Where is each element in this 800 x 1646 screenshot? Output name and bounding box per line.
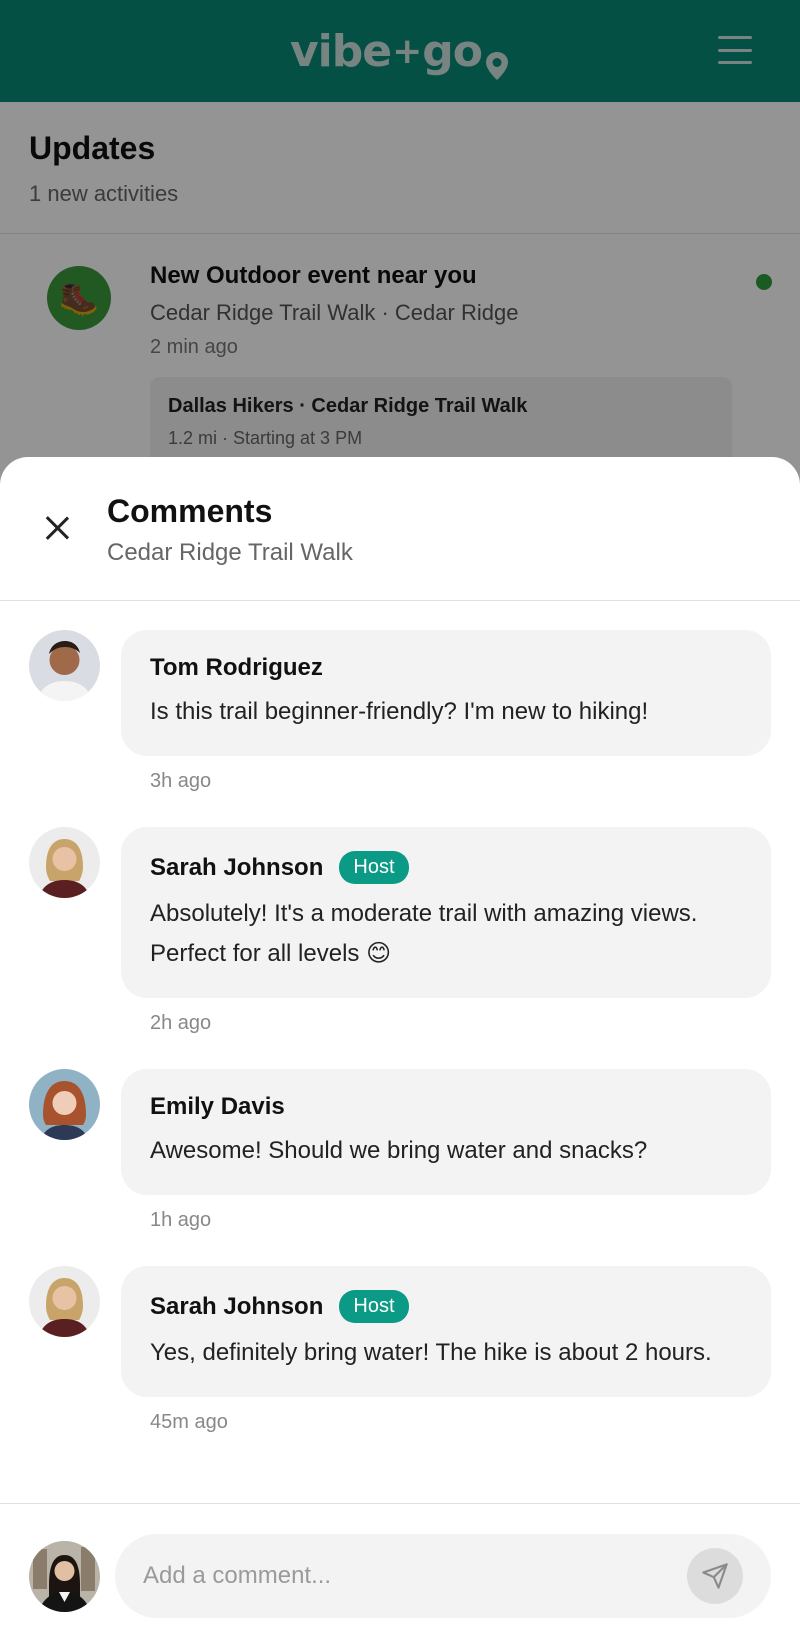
comment-bubble: Sarah Johnson Host Yes, definitely bring… xyxy=(121,1266,771,1397)
comment-item: Emily Davis Awesome! Should we bring wat… xyxy=(0,1069,800,1232)
comments-sheet: Comments Cedar Ridge Trail Walk Tom Rodr… xyxy=(0,457,800,1646)
avatar[interactable] xyxy=(29,630,100,701)
comment-item: Tom Rodriguez Is this trail beginner-fri… xyxy=(0,630,800,793)
comment-bubble: Sarah Johnson Host Absolutely! It's a mo… xyxy=(121,827,771,998)
host-badge: Host xyxy=(339,1290,409,1323)
send-button[interactable] xyxy=(687,1548,743,1604)
comment-time: 45m ago xyxy=(150,1411,228,1433)
comment-author[interactable]: Tom Rodriguez xyxy=(150,654,323,682)
sheet-subtitle: Cedar Ridge Trail Walk xyxy=(107,539,353,566)
comment-time: 1h ago xyxy=(150,1209,212,1231)
sheet-header: Comments Cedar Ridge Trail Walk xyxy=(0,457,800,601)
comment-text: Is this trail beginner-friendly? I'm new… xyxy=(150,698,649,725)
comment-text: Absolutely! It's a moderate trail with a… xyxy=(150,900,698,967)
comment-item: Sarah Johnson Host Yes, definitely bring… xyxy=(0,1266,800,1434)
comment-text: Awesome! Should we bring water and snack… xyxy=(150,1137,648,1164)
sheet-title: Comments xyxy=(107,493,273,529)
avatar[interactable] xyxy=(29,1069,100,1140)
comment-time: 2h ago xyxy=(150,1012,212,1034)
comment-bubble: Tom Rodriguez Is this trail beginner-fri… xyxy=(121,630,771,756)
comment-author[interactable]: Sarah Johnson xyxy=(150,854,323,882)
avatar[interactable] xyxy=(29,1266,100,1337)
close-icon[interactable] xyxy=(40,511,74,545)
avatar[interactable] xyxy=(29,1541,100,1612)
comment-input-wrap xyxy=(115,1534,771,1618)
avatar[interactable] xyxy=(29,827,100,898)
comment-item: Sarah Johnson Host Absolutely! It's a mo… xyxy=(0,827,800,1035)
comment-bubble: Emily Davis Awesome! Should we bring wat… xyxy=(121,1069,771,1195)
comment-author[interactable]: Sarah Johnson xyxy=(150,1293,323,1321)
host-badge: Host xyxy=(339,851,409,884)
comment-time: 3h ago xyxy=(150,770,212,792)
comment-input[interactable] xyxy=(143,1534,663,1618)
comment-composer xyxy=(0,1503,800,1646)
comment-list[interactable]: Tom Rodriguez Is this trail beginner-fri… xyxy=(0,602,800,1434)
comment-text: Yes, definitely bring water! The hike is… xyxy=(150,1339,712,1366)
comment-author[interactable]: Emily Davis xyxy=(150,1093,285,1121)
send-icon xyxy=(701,1562,729,1590)
